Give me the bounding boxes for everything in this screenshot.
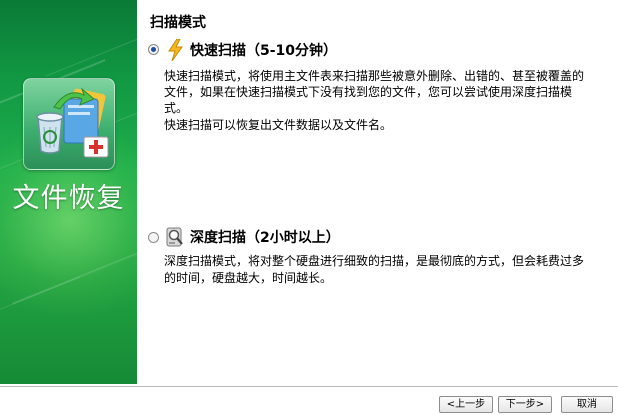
banner-streak <box>45 23 137 77</box>
disk-magnifier-icon <box>165 226 185 247</box>
deep-scan-desc-line: 的时间，硬盘越大，时间越长。 <box>164 271 333 285</box>
quick-scan-desc-line: 文件，如果在快速扫描模式下没有找到您的文件，您可以尝试使用深度扫描模 <box>164 85 573 99</box>
deep-scan-radio[interactable] <box>148 232 159 243</box>
quick-scan-desc-line: 式。 <box>164 101 189 115</box>
quick-scan-desc-line: 快速扫描可以恢复出文件数据以及文件名。 <box>164 118 393 132</box>
footer-divider <box>0 386 618 387</box>
quick-scan-radio[interactable] <box>148 44 159 55</box>
prev-button[interactable]: <上一步 <box>439 396 493 413</box>
next-button[interactable]: 下一步> <box>498 396 552 413</box>
quick-scan-title[interactable]: 快速扫描（5-10分钟） <box>190 40 337 60</box>
deep-scan-title[interactable]: 深度扫描（2小时以上） <box>190 227 340 247</box>
cancel-button[interactable]: 取消 <box>561 396 613 413</box>
lightning-icon <box>166 38 186 62</box>
side-banner: 文件恢复 <box>0 0 137 384</box>
quick-scan-desc-line: 快速扫描模式，将使用主文件表来扫描那些被意外删除、出错的、甚至被覆盖的 <box>164 69 585 83</box>
recycle-bin-folder-icon <box>23 78 115 170</box>
deep-scan-desc-line: 深度扫描模式，将对整个硬盘进行细致的扫描，是最彻底的方式，但会耗费过多 <box>164 254 585 268</box>
section-title: 扫描模式 <box>150 15 206 31</box>
banner-title: 文件恢复 <box>12 183 125 214</box>
